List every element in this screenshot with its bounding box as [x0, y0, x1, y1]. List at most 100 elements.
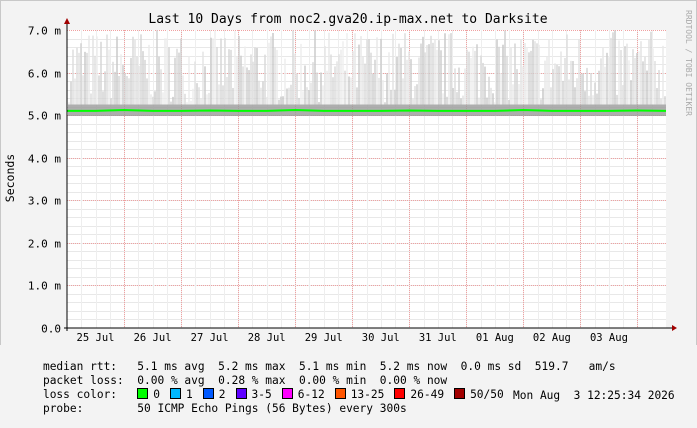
smoke-column — [620, 50, 622, 105]
smoke-column — [662, 45, 664, 105]
smoke-column — [266, 96, 268, 105]
smoke-column — [130, 57, 132, 105]
smoke-column — [462, 95, 464, 105]
x-tick-label: 29 Jul — [305, 332, 343, 344]
smoke-column — [206, 94, 208, 105]
smoke-column — [560, 51, 562, 105]
smoke-column — [272, 32, 274, 105]
smoke-column — [530, 50, 532, 105]
smoke-column — [408, 51, 410, 105]
smoke-column — [220, 38, 222, 105]
smoke-column — [644, 56, 646, 105]
loss-legend-label: 50/50 — [470, 388, 504, 401]
smoke-column — [76, 47, 78, 105]
smoke-column — [566, 34, 568, 105]
smoke-column — [302, 91, 304, 105]
smoke-column — [178, 52, 180, 105]
smoke-column — [434, 39, 436, 105]
smoke-column — [498, 46, 500, 105]
smoke-column — [180, 38, 182, 105]
smoke-column — [216, 47, 218, 105]
smoke-column — [556, 64, 558, 105]
smoke-column — [398, 43, 400, 105]
probe-label: probe: — [42, 402, 84, 415]
smoke-column — [650, 31, 652, 105]
smoke-column — [210, 37, 212, 105]
smoke-column — [652, 48, 654, 105]
smoke-column — [440, 50, 442, 105]
smoke-column — [626, 43, 628, 105]
smoke-column — [550, 87, 552, 105]
smoke-column — [200, 98, 202, 105]
smoke-column — [324, 46, 326, 105]
smoke-column — [476, 44, 478, 105]
y-tick-label: 6.0 m — [28, 68, 61, 81]
smoke-column — [164, 38, 166, 105]
latency-chart: Last 10 Days from noc2.gva20.ip-max.net … — [0, 0, 697, 345]
smoke-column — [454, 68, 456, 105]
smoke-column — [286, 88, 288, 105]
smoke-column — [102, 91, 104, 105]
smoke-column — [664, 96, 666, 105]
smoke-column — [120, 54, 122, 105]
smoke-column — [236, 56, 238, 105]
y-tick-label: 1.0 m — [28, 280, 61, 293]
smoke-column — [392, 33, 394, 105]
smoke-column — [90, 93, 92, 105]
smoke-column — [536, 43, 538, 105]
smoke-column — [636, 53, 638, 105]
smoke-column — [432, 42, 434, 105]
smoke-column — [82, 75, 84, 105]
smoke-column — [524, 43, 526, 105]
smoke-column — [232, 87, 234, 105]
smoke-column — [378, 77, 380, 105]
loss-legend-item: 50/50 — [454, 388, 504, 401]
smoke-column — [428, 44, 430, 105]
smoke-column — [322, 85, 324, 105]
loss-legend-label: 26-49 — [410, 388, 445, 401]
smoke-column — [140, 34, 142, 105]
smoke-column — [198, 87, 200, 105]
smoke-column — [484, 66, 486, 105]
smoke-column — [336, 61, 338, 105]
smoke-column — [460, 98, 462, 105]
smoke-column — [170, 101, 172, 105]
smoke-column — [480, 55, 482, 105]
smokeping-graph: Last 10 Days from noc2.gva20.ip-max.net … — [0, 0, 697, 415]
smoke-column — [300, 43, 302, 105]
y-tick-label: 3.0 m — [28, 195, 61, 208]
smoke-column — [118, 75, 120, 105]
smoke-column — [244, 46, 246, 105]
smoke-column — [168, 47, 170, 105]
smoke-column — [452, 88, 454, 105]
smoke-column — [258, 80, 260, 105]
smoke-column — [592, 95, 594, 105]
smoke-column — [600, 58, 602, 105]
smoke-column — [564, 57, 566, 105]
x-tick-label: 28 Jul — [248, 332, 286, 344]
smoke-column — [330, 54, 332, 105]
smoke-column — [642, 61, 644, 105]
smoke-column — [242, 66, 244, 105]
smoke-column — [208, 92, 210, 105]
smoke-column — [520, 39, 522, 105]
smoke-column — [372, 73, 374, 105]
smoke-column — [426, 45, 428, 105]
smoke-column — [108, 49, 110, 105]
smoke-column — [358, 44, 360, 105]
smoke-column — [572, 61, 574, 105]
smoke-column — [94, 55, 96, 105]
smoke-column — [590, 73, 592, 105]
smoke-column — [496, 39, 498, 105]
smoke-column — [518, 84, 520, 105]
smoke-column — [186, 102, 188, 105]
smoke-column — [540, 99, 542, 105]
watermark: RRDTOOL / TOBI OETIKER — [684, 10, 693, 116]
x-tick-label: 02 Aug — [533, 332, 571, 344]
smoke-column — [450, 33, 452, 105]
smoke-column — [264, 54, 266, 105]
smoke-column — [280, 96, 282, 105]
smoke-column — [356, 87, 358, 105]
smoke-column — [92, 35, 94, 105]
smoke-column — [470, 57, 472, 105]
